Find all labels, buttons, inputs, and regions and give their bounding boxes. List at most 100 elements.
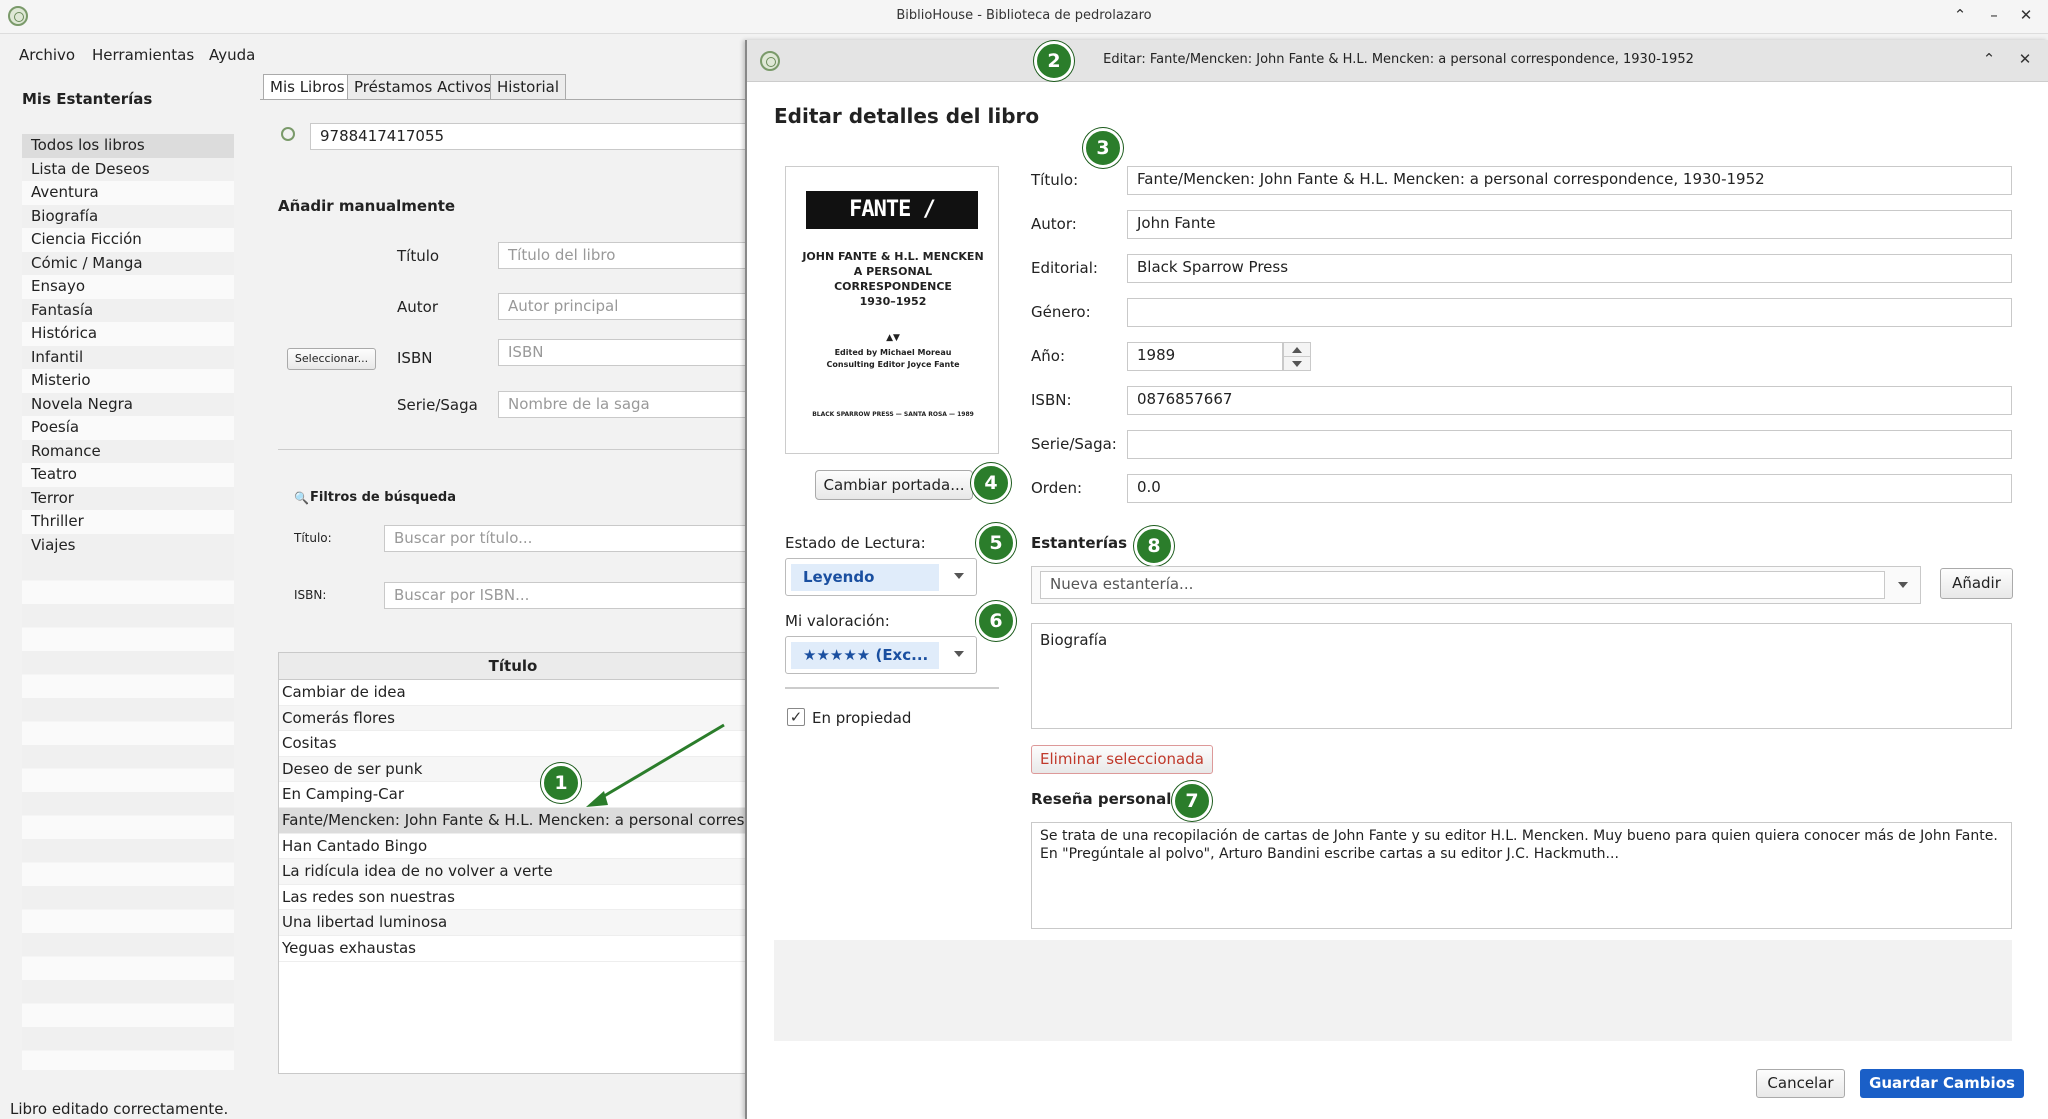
add-shelf-button[interactable]: Añadir <box>1940 568 2013 599</box>
sidebar-item[interactable]: Lista de Deseos <box>22 157 234 181</box>
change-cover-button[interactable]: Cambiar portada... <box>815 470 973 500</box>
manual-title-label: Título <box>397 247 440 265</box>
select-cover-button[interactable]: Seleccionar... <box>287 348 376 370</box>
reading-state-select[interactable]: Leyendo <box>785 558 977 596</box>
shelf-list: Todos los libros Lista de Deseos Aventur… <box>22 134 234 1070</box>
table-row[interactable]: Han Cantado Bingo <box>279 834 747 860</box>
owned-label: En propiedad <box>812 709 912 727</box>
sidebar-item[interactable]: Cómic / Manga <box>22 251 234 275</box>
field-order-input[interactable]: 0.0 <box>1127 474 2012 503</box>
remove-shelf-button[interactable]: Eliminar seleccionada <box>1031 745 1213 774</box>
sidebar-item[interactable]: Romance <box>22 439 234 463</box>
filter-isbn-input[interactable]: Buscar por ISBN... <box>384 582 750 609</box>
sidebar-item[interactable]: Novela Negra <box>22 392 234 416</box>
rating-label: Mi valoración: <box>785 612 890 630</box>
dialog-close-button[interactable]: ✕ <box>2015 50 2035 68</box>
sidebar-item[interactable]: Aventura <box>22 181 234 205</box>
table-row[interactable]: Cambiar de idea <box>279 680 747 706</box>
sidebar-item[interactable]: Biografía <box>22 204 234 228</box>
sidebar-item[interactable]: Fantasía <box>22 298 234 322</box>
field-title-label: Título: <box>1031 171 1079 189</box>
field-isbn-label: ISBN: <box>1031 391 1072 409</box>
sidebar-item[interactable]: Ciencia Ficción <box>22 228 234 252</box>
sidebar-item[interactable]: Infantil <box>22 345 234 369</box>
section-divider <box>278 449 750 450</box>
status-bar: Libro editado correctamente. <box>10 1100 229 1118</box>
manual-add-title: Añadir manualmente <box>278 197 456 215</box>
edit-book-dialog: Editar: Fante/Mencken: John Fante & H.L.… <box>745 40 2048 1119</box>
sidebar-item[interactable]: Histórica <box>22 322 234 346</box>
field-title-input[interactable]: Fante/Mencken: John Fante & H.L. Mencken… <box>1127 166 2012 195</box>
manual-isbn-input[interactable]: ISBN <box>498 339 750 366</box>
table-row[interactable]: Las redes son nuestras <box>279 885 747 911</box>
table-row[interactable]: La ridícula idea de no volver a verte <box>279 859 747 885</box>
field-author-input[interactable]: John Fante <box>1127 210 2012 239</box>
tab-mis-libros[interactable]: Mis Libros <box>263 74 352 100</box>
field-isbn-input[interactable]: 0876857667 <box>1127 386 2012 415</box>
sidebar-item[interactable]: Viajes <box>22 533 234 557</box>
filter-isbn-label: ISBN: <box>294 588 327 602</box>
sidebar-item[interactable]: Thriller <box>22 510 234 534</box>
shelves-list: Biografía <box>1031 623 2012 729</box>
filter-title-label: Título: <box>294 531 332 545</box>
field-genre-input[interactable] <box>1127 298 2012 327</box>
shelf-list-item[interactable]: Biografía <box>1032 624 2011 656</box>
menu-archivo[interactable]: Archivo <box>19 46 75 64</box>
field-series-input[interactable] <box>1127 430 2012 459</box>
rating-select[interactable]: ★★★★★ (Exc... <box>785 636 977 674</box>
table-row[interactable]: Una libertad luminosa <box>279 910 747 936</box>
sidebar-item[interactable]: Ensayo <box>22 275 234 299</box>
tab-divider <box>260 99 750 100</box>
save-changes-button[interactable]: Guardar Cambios <box>1860 1069 2024 1098</box>
filter-title-input[interactable]: Buscar por título... <box>384 525 750 552</box>
cover-line: CORRESPONDENCE <box>834 280 952 293</box>
manual-title-input[interactable]: Título del libro <box>498 242 750 269</box>
tab-prestamos-activos[interactable]: Préstamos Activos <box>347 74 499 100</box>
dialog-collapse-button[interactable]: ⌃ <box>1979 50 1999 68</box>
annotation-badge-8: 8 <box>1134 526 1174 566</box>
shelf-list-empty <box>22 557 234 1070</box>
shelves-title: Estanterías <box>1031 534 1128 552</box>
sidebar-item[interactable]: Teatro <box>22 463 234 487</box>
field-series-label: Serie/Saga: <box>1031 435 1117 453</box>
left-divider <box>785 687 999 689</box>
menu-herramientas[interactable]: Herramientas <box>92 46 194 64</box>
menu-ayuda[interactable]: Ayuda <box>209 46 255 64</box>
sidebar-item[interactable]: Poesía <box>22 416 234 440</box>
filters-title: Filtros de búsqueda <box>310 490 457 505</box>
new-shelf-input[interactable]: Nueva estantería... <box>1040 571 1885 599</box>
isbn-lookup-icon[interactable] <box>281 127 295 141</box>
tab-historial[interactable]: Historial <box>490 74 567 100</box>
owned-checkbox[interactable]: ✓ <box>787 708 805 726</box>
annotation-badge-3: 3 <box>1083 128 1123 168</box>
spinner-down-icon[interactable] <box>1292 361 1302 367</box>
table-row[interactable]: Yeguas exhaustas <box>279 936 747 962</box>
cover-publisher: BLACK SPARROW PRESS — SANTA ROSA — 1989 <box>812 411 974 418</box>
year-spinner[interactable] <box>1283 342 1311 371</box>
field-year-input[interactable]: 1989 <box>1127 342 1283 371</box>
dialog-footer-area <box>774 940 2012 1041</box>
chevron-down-icon[interactable] <box>1898 582 1908 588</box>
sidebar-item[interactable]: Terror <box>22 486 234 510</box>
manual-author-input[interactable]: Autor principal <box>498 293 750 320</box>
field-publisher-input[interactable]: Black Sparrow Press <box>1127 254 2012 283</box>
manual-series-input[interactable]: Nombre de la saga <box>498 391 750 418</box>
window-minimize-button[interactable]: – <box>1984 6 2004 24</box>
sidebar-item[interactable]: Misterio <box>22 369 234 393</box>
window-close-button[interactable]: ✕ <box>2016 6 2036 24</box>
new-shelf-combo[interactable]: Nueva estantería... <box>1031 566 1921 604</box>
window-collapse-button[interactable]: ⌃ <box>1950 6 1970 24</box>
cover-title: FANTE / MENCKEN <box>806 191 978 260</box>
review-title: Reseña personal <box>1031 790 1172 808</box>
isbn-search-input[interactable]: 9788417417055 <box>310 123 750 150</box>
manual-series-label: Serie/Saga <box>397 396 478 414</box>
annotation-badge-2: 2 <box>1034 41 1074 81</box>
table-header-title[interactable]: Título <box>279 653 747 680</box>
spinner-up-icon[interactable] <box>1292 347 1302 353</box>
sidebar-item[interactable]: Todos los libros <box>22 134 234 158</box>
cover-line: 1930–1952 <box>859 295 927 308</box>
review-textarea[interactable]: Se trata de una recopilación de cartas d… <box>1031 822 2012 929</box>
cover-consulting: Consulting Editor Joyce Fante <box>826 360 960 369</box>
field-author-label: Autor: <box>1031 215 1077 233</box>
cancel-button[interactable]: Cancelar <box>1756 1069 1845 1098</box>
